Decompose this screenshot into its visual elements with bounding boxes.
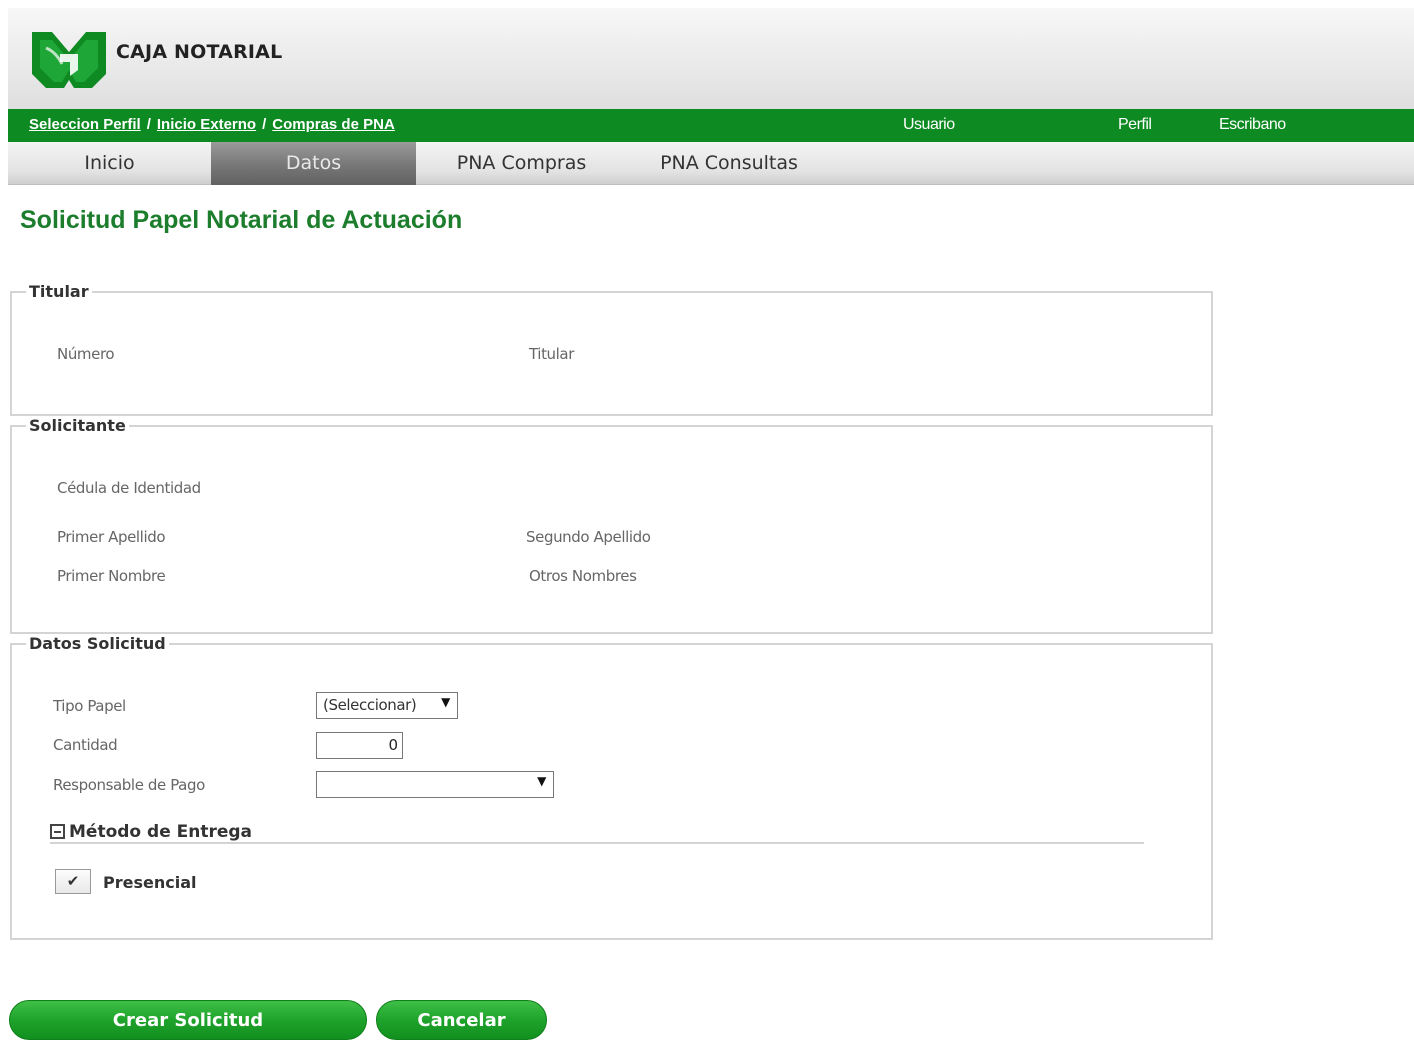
cantidad-input[interactable]: 0 xyxy=(316,732,403,759)
responsable-pago-label: Responsable de Pago xyxy=(53,776,205,794)
tab-pna-compras[interactable]: PNA Compras xyxy=(426,142,617,185)
tipo-papel-label: Tipo Papel xyxy=(53,697,126,715)
crear-solicitud-button[interactable]: Crear Solicitud xyxy=(9,1000,367,1040)
titular-legend: Titular xyxy=(29,282,89,301)
page-title: Solicitud Papel Notarial de Actuación xyxy=(20,206,463,234)
tipo-papel-value: (Seleccionar) xyxy=(323,696,417,714)
tab-pna-consultas[interactable]: PNA Consultas xyxy=(638,142,820,185)
solicitante-legend: Solicitante xyxy=(29,416,126,435)
segundo-apellido-label: Segundo Apellido xyxy=(526,528,651,546)
minus-box-icon[interactable] xyxy=(50,824,65,839)
titular-label: Titular xyxy=(529,345,574,363)
tab-inicio[interactable]: Inicio xyxy=(8,142,211,185)
presencial-checkbox[interactable]: ✔ xyxy=(55,869,91,894)
cedula-label: Cédula de Identidad xyxy=(57,479,201,497)
header: CAJA NOTARIAL xyxy=(8,8,1414,109)
breadcrumb-compras-pna[interactable]: Compras de PNA xyxy=(272,116,395,133)
datos-solicitud-legend: Datos Solicitud xyxy=(29,634,166,653)
caja-notarial-logo xyxy=(32,32,106,88)
brand-name: CAJA NOTARIAL xyxy=(116,41,283,63)
numero-label: Número xyxy=(57,345,115,363)
perfil-label: Perfil xyxy=(1118,116,1152,133)
breadcrumb-separator: / xyxy=(262,116,267,133)
triangle-down-icon: ▼ xyxy=(537,774,546,788)
breadcrumb-seleccion-perfil[interactable]: Seleccion Perfil xyxy=(29,116,141,133)
breadcrumb-inicio-externo[interactable]: Inicio Externo xyxy=(157,116,256,133)
primer-nombre-label: Primer Nombre xyxy=(57,567,166,585)
main-nav: Inicio Datos PNA Compras PNA Consultas xyxy=(8,142,1414,185)
primer-apellido-label: Primer Apellido xyxy=(57,528,166,546)
top-bar: Seleccion Perfil / Inicio Externo / Compras … xyxy=(8,109,1414,142)
cancelar-button[interactable]: Cancelar xyxy=(376,1000,547,1040)
otros-nombres-label: Otros Nombres xyxy=(529,567,637,585)
breadcrumb: Seleccion Perfil / Inicio Externo / Compras … xyxy=(29,116,395,133)
presencial-label: Presencial xyxy=(103,873,197,892)
usuario-label: Usuario xyxy=(903,116,955,133)
cantidad-label: Cantidad xyxy=(53,736,118,754)
responsable-pago-select[interactable]: ▼ xyxy=(316,771,554,798)
divider xyxy=(50,842,1144,844)
breadcrumb-separator: / xyxy=(146,116,151,133)
titular-section: Titular xyxy=(10,282,1213,416)
triangle-down-icon: ▼ xyxy=(441,695,450,709)
solicitante-section: Solicitante xyxy=(10,416,1213,634)
tipo-papel-select[interactable]: (Seleccionar) ▼ xyxy=(316,692,458,719)
metodo-entrega-heading: Método de Entrega xyxy=(69,822,253,842)
perfil-value: Escribano xyxy=(1219,116,1286,133)
check-icon: ✔ xyxy=(66,872,80,890)
tab-datos[interactable]: Datos xyxy=(211,142,416,185)
